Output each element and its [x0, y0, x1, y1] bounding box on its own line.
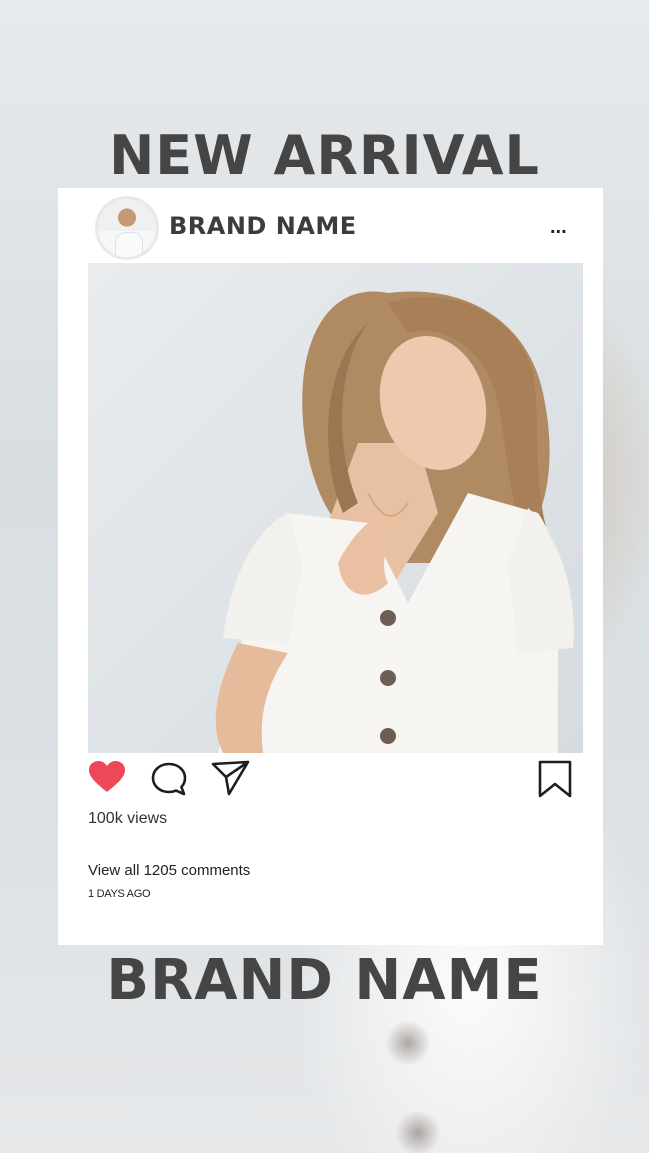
more-options-button[interactable]: ...: [550, 217, 576, 237]
view-all-comments-link[interactable]: View all 1205 comments: [88, 862, 250, 879]
avatar[interactable]: [95, 196, 159, 260]
view-count: 100k views: [88, 810, 168, 827]
headline-brand-name: BRAND NAME: [106, 948, 543, 1013]
send-paper-plane-icon[interactable]: [211, 758, 251, 803]
headline-new-arrival: NEW ARRIVAL: [109, 124, 540, 187]
social-post-card: BRAND NAME ... 100k views View all 1205 …: [58, 188, 603, 945]
post-photo[interactable]: [88, 263, 583, 753]
comment-bubble-icon[interactable]: [151, 762, 187, 801]
bookmark-icon[interactable]: [538, 760, 572, 803]
woman-in-white-dress-image: [215, 291, 574, 753]
post-brand-name[interactable]: BRAND NAME: [169, 212, 357, 240]
heart-icon[interactable]: [88, 760, 126, 799]
post-actions-bar: [88, 758, 573, 802]
post-timestamp: 1 DAYS AGO: [88, 888, 151, 900]
